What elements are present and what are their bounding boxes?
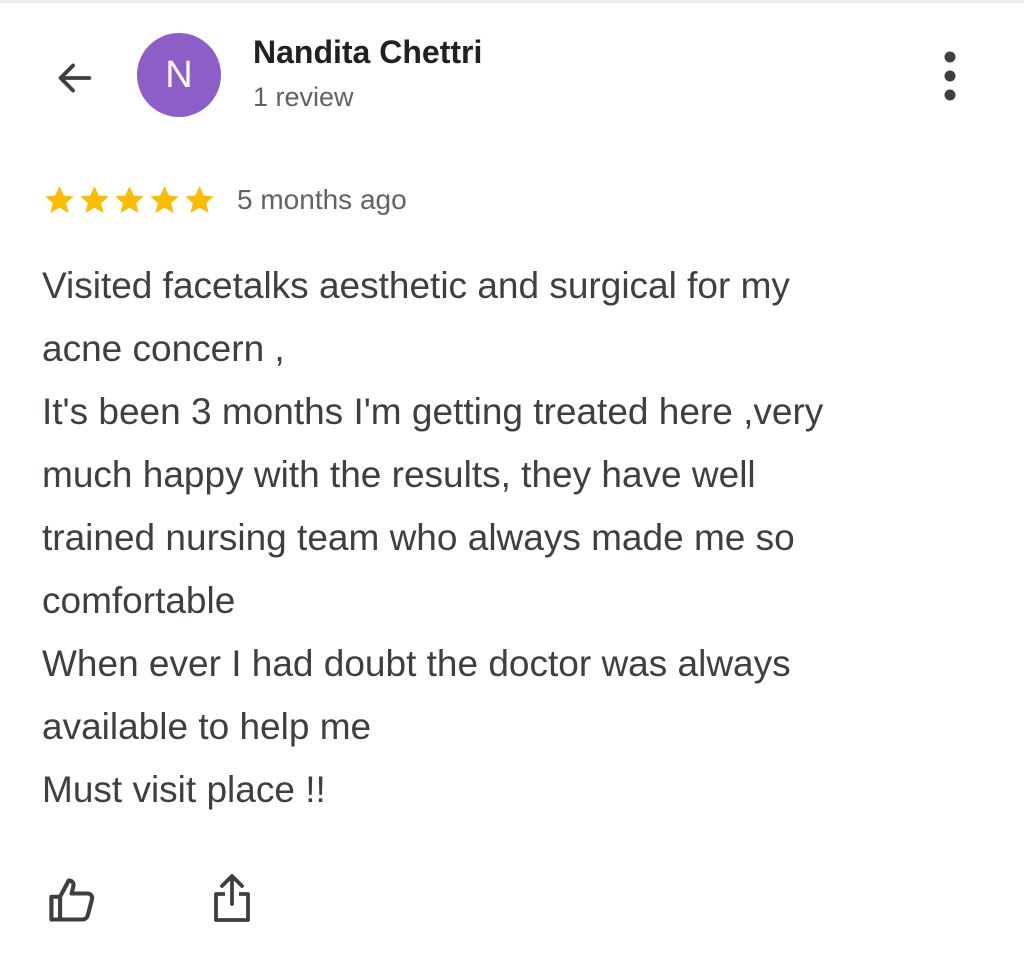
star-icon [185, 185, 214, 213]
back-button[interactable] [44, 48, 104, 108]
review-text-line: It's been 3 months I'm getting treated h… [42, 391, 824, 432]
more-vertical-icon [944, 51, 956, 101]
star-rating [42, 183, 217, 218]
review-count: 1 review [253, 82, 354, 112]
thumbs-up-icon [49, 878, 95, 922]
review-text-line: available to help me [42, 706, 372, 747]
review-text-line: When ever I had doubt the doctor was alw… [42, 643, 791, 684]
review-text: Visited facetalks aesthetic and surgical… [42, 254, 982, 821]
review-date: 5 months ago [237, 184, 407, 215]
review-text-line: comfortable [42, 580, 236, 621]
like-button[interactable] [40, 868, 104, 932]
review-text-line: much happy with the results, they have w… [42, 454, 756, 495]
arrow-left-icon [58, 63, 92, 93]
rating-row: 5 months ago [42, 178, 407, 222]
star-icon [45, 185, 74, 213]
share-button[interactable] [200, 866, 264, 930]
review-text-line: trained nursing team who always made me … [42, 517, 795, 558]
avatar-initial: N [165, 54, 193, 96]
share-icon [214, 874, 250, 922]
reviewer-name[interactable]: Nandita Chettri [253, 34, 482, 71]
avatar[interactable]: N [137, 33, 221, 117]
review-text-line: Visited facetalks aesthetic and surgical… [42, 265, 790, 306]
review-text-line: acne concern , [42, 328, 285, 369]
star-icon [115, 185, 144, 213]
review-text-line: Must visit place !! [42, 769, 326, 810]
star-icon [150, 185, 179, 213]
more-options-button[interactable] [920, 45, 980, 107]
star-icon [80, 185, 109, 213]
top-divider [0, 0, 1024, 3]
